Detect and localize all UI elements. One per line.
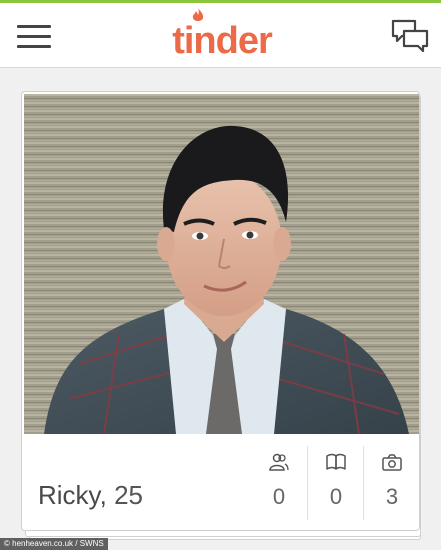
hamburger-menu-icon[interactable] [17,23,53,51]
stat-photos[interactable]: 3 [363,446,419,520]
tinder-logo: tinder [166,7,278,62]
stat-value: 0 [272,484,286,509]
chat-bubbles-icon[interactable] [391,19,429,53]
profile-name-age: Ricky, 25 [38,480,144,510]
profile-card[interactable]: Ricky, 25 0 0 3 [21,91,420,531]
profile-age: 25 [114,480,144,510]
interests-book-icon [326,453,346,470]
stat-value: 0 [329,484,343,509]
logo-text: tinder [172,20,273,62]
profile-photo[interactable] [24,94,419,434]
stat-value: 3 [385,484,399,509]
photo-credit-caption: © henheaven.co.uk / SWNS [0,538,108,550]
friends-icon [269,453,289,471]
profile-info: Ricky, 25 0 0 3 [22,434,419,530]
stat-common-friends[interactable]: 0 [251,446,307,520]
flame-icon [193,7,204,21]
camera-photos-icon [382,454,402,471]
profile-stats: 0 0 3 [251,446,419,520]
profile-name: Ricky [38,480,100,510]
stat-common-interests[interactable]: 0 [307,446,363,520]
app-header: tinder [0,3,441,68]
